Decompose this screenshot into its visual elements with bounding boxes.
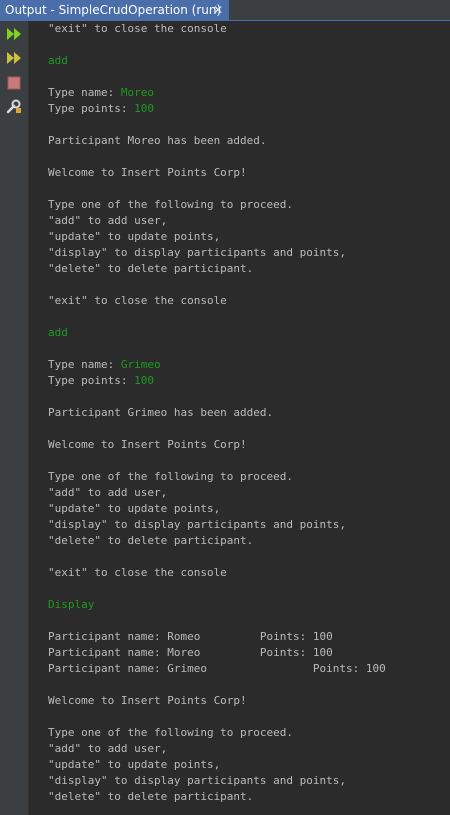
output-text: Participant Moreo has been added. (48, 134, 267, 147)
console-line: Participant name: Grimeo Points: 100 (48, 661, 386, 677)
output-text: "display" to display participants and po… (48, 246, 347, 259)
user-input-text: Grimeo (120, 358, 161, 371)
console-line: Welcome to Insert Points Corp! (48, 693, 386, 709)
console-line: "display" to display participants and po… (48, 517, 386, 533)
output-text: Type one of the following to proceed. (48, 198, 294, 211)
console-line: "add" to add user, (48, 213, 386, 229)
console-line: "display" to display participants and po… (48, 245, 386, 261)
prompt-text: Type points: (48, 374, 135, 387)
output-text: "update" to update points, (48, 230, 221, 243)
console-line: Type name: Grimeo (48, 357, 386, 373)
rerun-icon[interactable] (4, 25, 24, 45)
console-line: Type one of the following to proceed. (48, 725, 386, 741)
output-text: "display" to display participants and po… (48, 774, 347, 787)
console-line: "delete" to delete participant. (48, 261, 386, 277)
console-line: "exit" to close the console (48, 293, 386, 309)
output-text: "delete" to delete participant. (48, 262, 254, 275)
settings-icon[interactable] (4, 97, 24, 117)
prompt-text: Type points: (48, 102, 135, 115)
output-text: Welcome to Insert Points Corp! (48, 694, 247, 707)
output-text: Participant name: Grimeo Points: 100 (48, 662, 386, 675)
console-line: Participant name: Romeo Points: 100 (48, 629, 386, 645)
console-line: Participant Grimeo has been added. (48, 405, 386, 421)
console-line: add (48, 325, 386, 341)
tab-bar: Output - SimpleCrudOperation (run) ✕ (0, 0, 450, 21)
console-line: Participant Moreo has been added. (48, 133, 386, 149)
user-input-text: Display (48, 598, 95, 611)
console-line: "delete" to delete participant. (48, 533, 386, 549)
output-text: Welcome to Insert Points Corp! (48, 438, 247, 451)
output-window: Output - SimpleCrudOperation (run) ✕ "ex… (0, 0, 450, 815)
console-line: Welcome to Insert Points Corp! (48, 437, 386, 453)
output-text: "exit" to close the console (48, 22, 227, 35)
output-text: Participant name: Romeo Points: 100 (48, 630, 333, 643)
output-text: "update" to update points, (48, 758, 221, 771)
console-line: Welcome to Insert Points Corp! (48, 165, 386, 181)
tab-output[interactable]: Output - SimpleCrudOperation (run) ✕ (0, 0, 229, 20)
prompt-text: Type name: (48, 358, 121, 371)
console-lines: "exit" to close the console add Type name:… (48, 21, 386, 805)
output-text: "delete" to delete participant. (48, 534, 254, 547)
output-text: "display" to display participants and po… (48, 518, 347, 531)
output-text: Welcome to Insert Points Corp! (48, 166, 247, 179)
prompt-text: Type name: (48, 86, 121, 99)
close-icon[interactable]: ✕ (212, 0, 224, 20)
console-line: Type one of the following to proceed. (48, 197, 386, 213)
output-text: Type one of the following to proceed. (48, 726, 294, 739)
console-line: "add" to add user, (48, 741, 386, 757)
output-text: Type one of the following to proceed. (48, 470, 294, 483)
output-text: "delete" to delete participant. (48, 790, 254, 803)
console-line: Type points: 100 (48, 373, 386, 389)
output-toolbar (0, 21, 29, 815)
output-text: "add" to add user, (48, 486, 168, 499)
tab-title: Output - SimpleCrudOperation (run) (5, 3, 222, 17)
user-input-text: 100 (134, 374, 154, 387)
stop-icon[interactable] (4, 73, 24, 93)
console-line: "display" to display participants and po… (48, 773, 386, 789)
user-input-text: add (48, 54, 68, 67)
rerun-with-options-icon[interactable] (4, 49, 24, 69)
output-text: Participant Grimeo has been added. (48, 406, 274, 419)
user-input-text: add (48, 326, 68, 339)
console-line: Display (48, 597, 386, 613)
console-line: add (48, 53, 386, 69)
console-line: "exit" to close the console (48, 565, 386, 581)
console-line: "update" to update points, (48, 501, 386, 517)
console-output[interactable]: "exit" to close the console add Type name:… (29, 21, 450, 815)
console-line: "update" to update points, (48, 757, 386, 773)
output-text: "add" to add user, (48, 742, 168, 755)
console-line: Type one of the following to proceed. (48, 469, 386, 485)
console-line: "delete" to delete participant. (48, 789, 386, 805)
output-text: Participant name: Moreo Points: 100 (48, 646, 333, 659)
output-text: "exit" to close the console (48, 566, 227, 579)
output-text: "update" to update points, (48, 502, 221, 515)
console-line: "update" to update points, (48, 229, 386, 245)
output-text: "add" to add user, (48, 214, 168, 227)
console-line: "exit" to close the console (48, 21, 386, 37)
console-line: Participant name: Moreo Points: 100 (48, 645, 386, 661)
console-line: Type points: 100 (48, 101, 386, 117)
user-input-text: Moreo (120, 86, 154, 99)
output-text: "exit" to close the console (48, 294, 227, 307)
user-input-text: 100 (134, 102, 154, 115)
console-line: Type name: Moreo (48, 85, 386, 101)
console-line: "add" to add user, (48, 485, 386, 501)
